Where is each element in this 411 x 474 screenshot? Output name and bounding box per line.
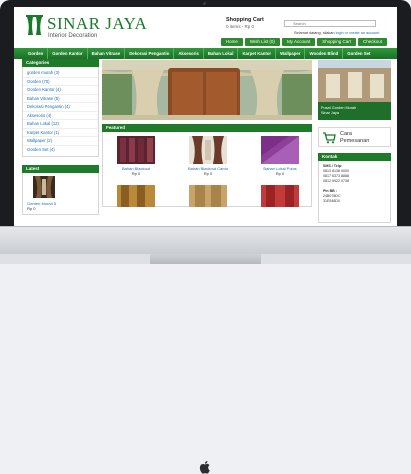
- nav-item-aksesoris[interactable]: Aksesoris: [174, 48, 204, 59]
- nav-item-gorden-kantor[interactable]: Gorden Kantor: [48, 48, 88, 59]
- browser-screen: SINAR JAYA Interior Decoration Shopping …: [14, 7, 397, 226]
- brand-name[interactable]: SINAR JAYA: [47, 15, 147, 32]
- contact-box: Kontak SMS / Telp: 0813 8138 0000 0817 6…: [318, 153, 391, 223]
- contact-heading: Kontak: [318, 153, 391, 161]
- shopping-cart-summary[interactable]: 0 items - Rp 0: [226, 24, 254, 29]
- webcam: [203, 2, 206, 5]
- cara-line: Cara: [340, 131, 352, 137]
- product-image[interactable]: [261, 136, 299, 164]
- site-header: SINAR JAYA Interior Decoration Shopping …: [14, 7, 397, 41]
- top-menu-shopping-cart[interactable]: Shopping Cart: [317, 38, 356, 46]
- product-image[interactable]: [189, 185, 227, 207]
- top-menu-home[interactable]: Home: [220, 38, 243, 46]
- monitor-stand: [150, 254, 261, 264]
- category-item[interactable]: Bahan Lokal (12): [23, 120, 98, 129]
- featured-box: Featured Bahan Blackout Rp 0 Add to Cart: [102, 124, 312, 207]
- category-item[interactable]: Dekorasi Pengantin (4): [23, 103, 98, 112]
- category-item[interactable]: gorden murah (3): [23, 69, 98, 78]
- nav-item-bahan-vitrase[interactable]: Bahan Vitrase: [88, 48, 126, 59]
- category-item[interactable]: Bahan Vitrase (5): [23, 95, 98, 103]
- category-item[interactable]: Aksesoris (4): [23, 112, 98, 120]
- product-price: Rp 0: [203, 171, 213, 176]
- latest-box: Latest Gorden Murah 5 Rp 0: [22, 165, 99, 215]
- product-image[interactable]: [117, 136, 155, 164]
- latest-product-price: Rp 0: [27, 206, 36, 211]
- search-input[interactable]: Search: [284, 20, 376, 27]
- category-item[interactable]: Karpet Kantor (1): [23, 129, 98, 137]
- category-item[interactable]: Wallpaper (2): [23, 137, 98, 146]
- nav-item-karpet-kantor[interactable]: Karpet Kantor: [238, 48, 277, 59]
- contact-body: SMS / Telp: 0813 8138 0000 0817 6373 888…: [318, 161, 391, 223]
- top-menu-wishlist[interactable]: Wish List (0): [244, 38, 280, 46]
- nav-item-wallpaper[interactable]: Wallpaper: [276, 48, 306, 59]
- curtain-logo-icon[interactable]: [26, 15, 43, 35]
- hero-banner-image[interactable]: [102, 60, 312, 120]
- desktop-background: SINAR JAYA Interior Decoration Shopping …: [0, 0, 411, 474]
- category-item[interactable]: Gorden Kantor (4): [23, 86, 98, 95]
- account-welcome: Selamat datang, silakan login or create …: [294, 31, 379, 35]
- featured-heading: Featured: [102, 124, 312, 132]
- promo-banner[interactable]: Pusat Gorden Murah Sinar Jaya: [318, 60, 391, 120]
- featured-grid: Bahan Blackout Rp 0 Add to Cart Bahan Bl…: [102, 132, 312, 207]
- top-menu: Home Wish List (0) My Account Shopping C…: [214, 38, 397, 46]
- nav-item-gorden-set[interactable]: Gorden Set: [343, 48, 374, 59]
- apple-logo-icon: [199, 461, 210, 474]
- latest-heading: Latest: [22, 165, 99, 173]
- nav-item-bahan-lokal[interactable]: Bahan Lokal: [204, 48, 239, 59]
- latest-body: Gorden Murah 5 Rp 0: [22, 173, 99, 215]
- login-register-link[interactable]: login or create an account: [336, 31, 380, 35]
- product-price: Rp 0: [275, 171, 285, 176]
- monitor-chin: [0, 226, 411, 474]
- brand-tagline: Interior Decoration: [48, 33, 98, 39]
- shopping-cart-title[interactable]: Shopping Cart: [226, 17, 264, 23]
- shopping-cart-icon: [323, 132, 336, 144]
- nav-item-gorden[interactable]: Gorden: [24, 48, 49, 59]
- category-item[interactable]: Gorden Set (4): [23, 146, 98, 155]
- cara-pemesanan-link[interactable]: Cara Pemesanan: [318, 127, 391, 147]
- main-nav: Gorden Gorden Kantor Bahan Vitrase Dekor…: [14, 48, 397, 59]
- categories-heading: Categories: [22, 59, 99, 67]
- promo-caption-line: Sinar Jaya: [321, 111, 339, 115]
- left-sidebar: Categories gorden murah (3) Gorden (70) …: [22, 59, 99, 215]
- product-price: Rp 0: [131, 171, 141, 176]
- contact-line: 31E548D0: [323, 199, 340, 203]
- product-image[interactable]: [117, 185, 155, 207]
- top-menu-checkout[interactable]: Checkout: [357, 38, 387, 46]
- top-menu-my-account[interactable]: My Account: [281, 38, 316, 46]
- cara-line: Pemesanan: [340, 138, 370, 144]
- promo-caption: Pusat Gorden Murah Sinar Jaya: [321, 106, 356, 116]
- right-sidebar: Pusat Gorden Murah Sinar Jaya Cara Pemes…: [318, 60, 391, 223]
- category-item[interactable]: Gorden (70): [23, 78, 98, 86]
- welcome-text: Selamat datang, silakan: [294, 31, 335, 35]
- nav-item-wooden-blind[interactable]: Wooden Blind: [305, 48, 344, 59]
- product-image[interactable]: [261, 185, 299, 207]
- nav-item-dekorasi-pengantin[interactable]: Dekorasi Pengantin: [125, 48, 175, 59]
- latest-product-image[interactable]: [33, 176, 55, 198]
- cara-pemesanan-text: Cara Pemesanan: [340, 131, 369, 145]
- product-image[interactable]: [189, 136, 227, 164]
- category-list: gorden murah (3) Gorden (70) Gorden Kant…: [22, 67, 99, 157]
